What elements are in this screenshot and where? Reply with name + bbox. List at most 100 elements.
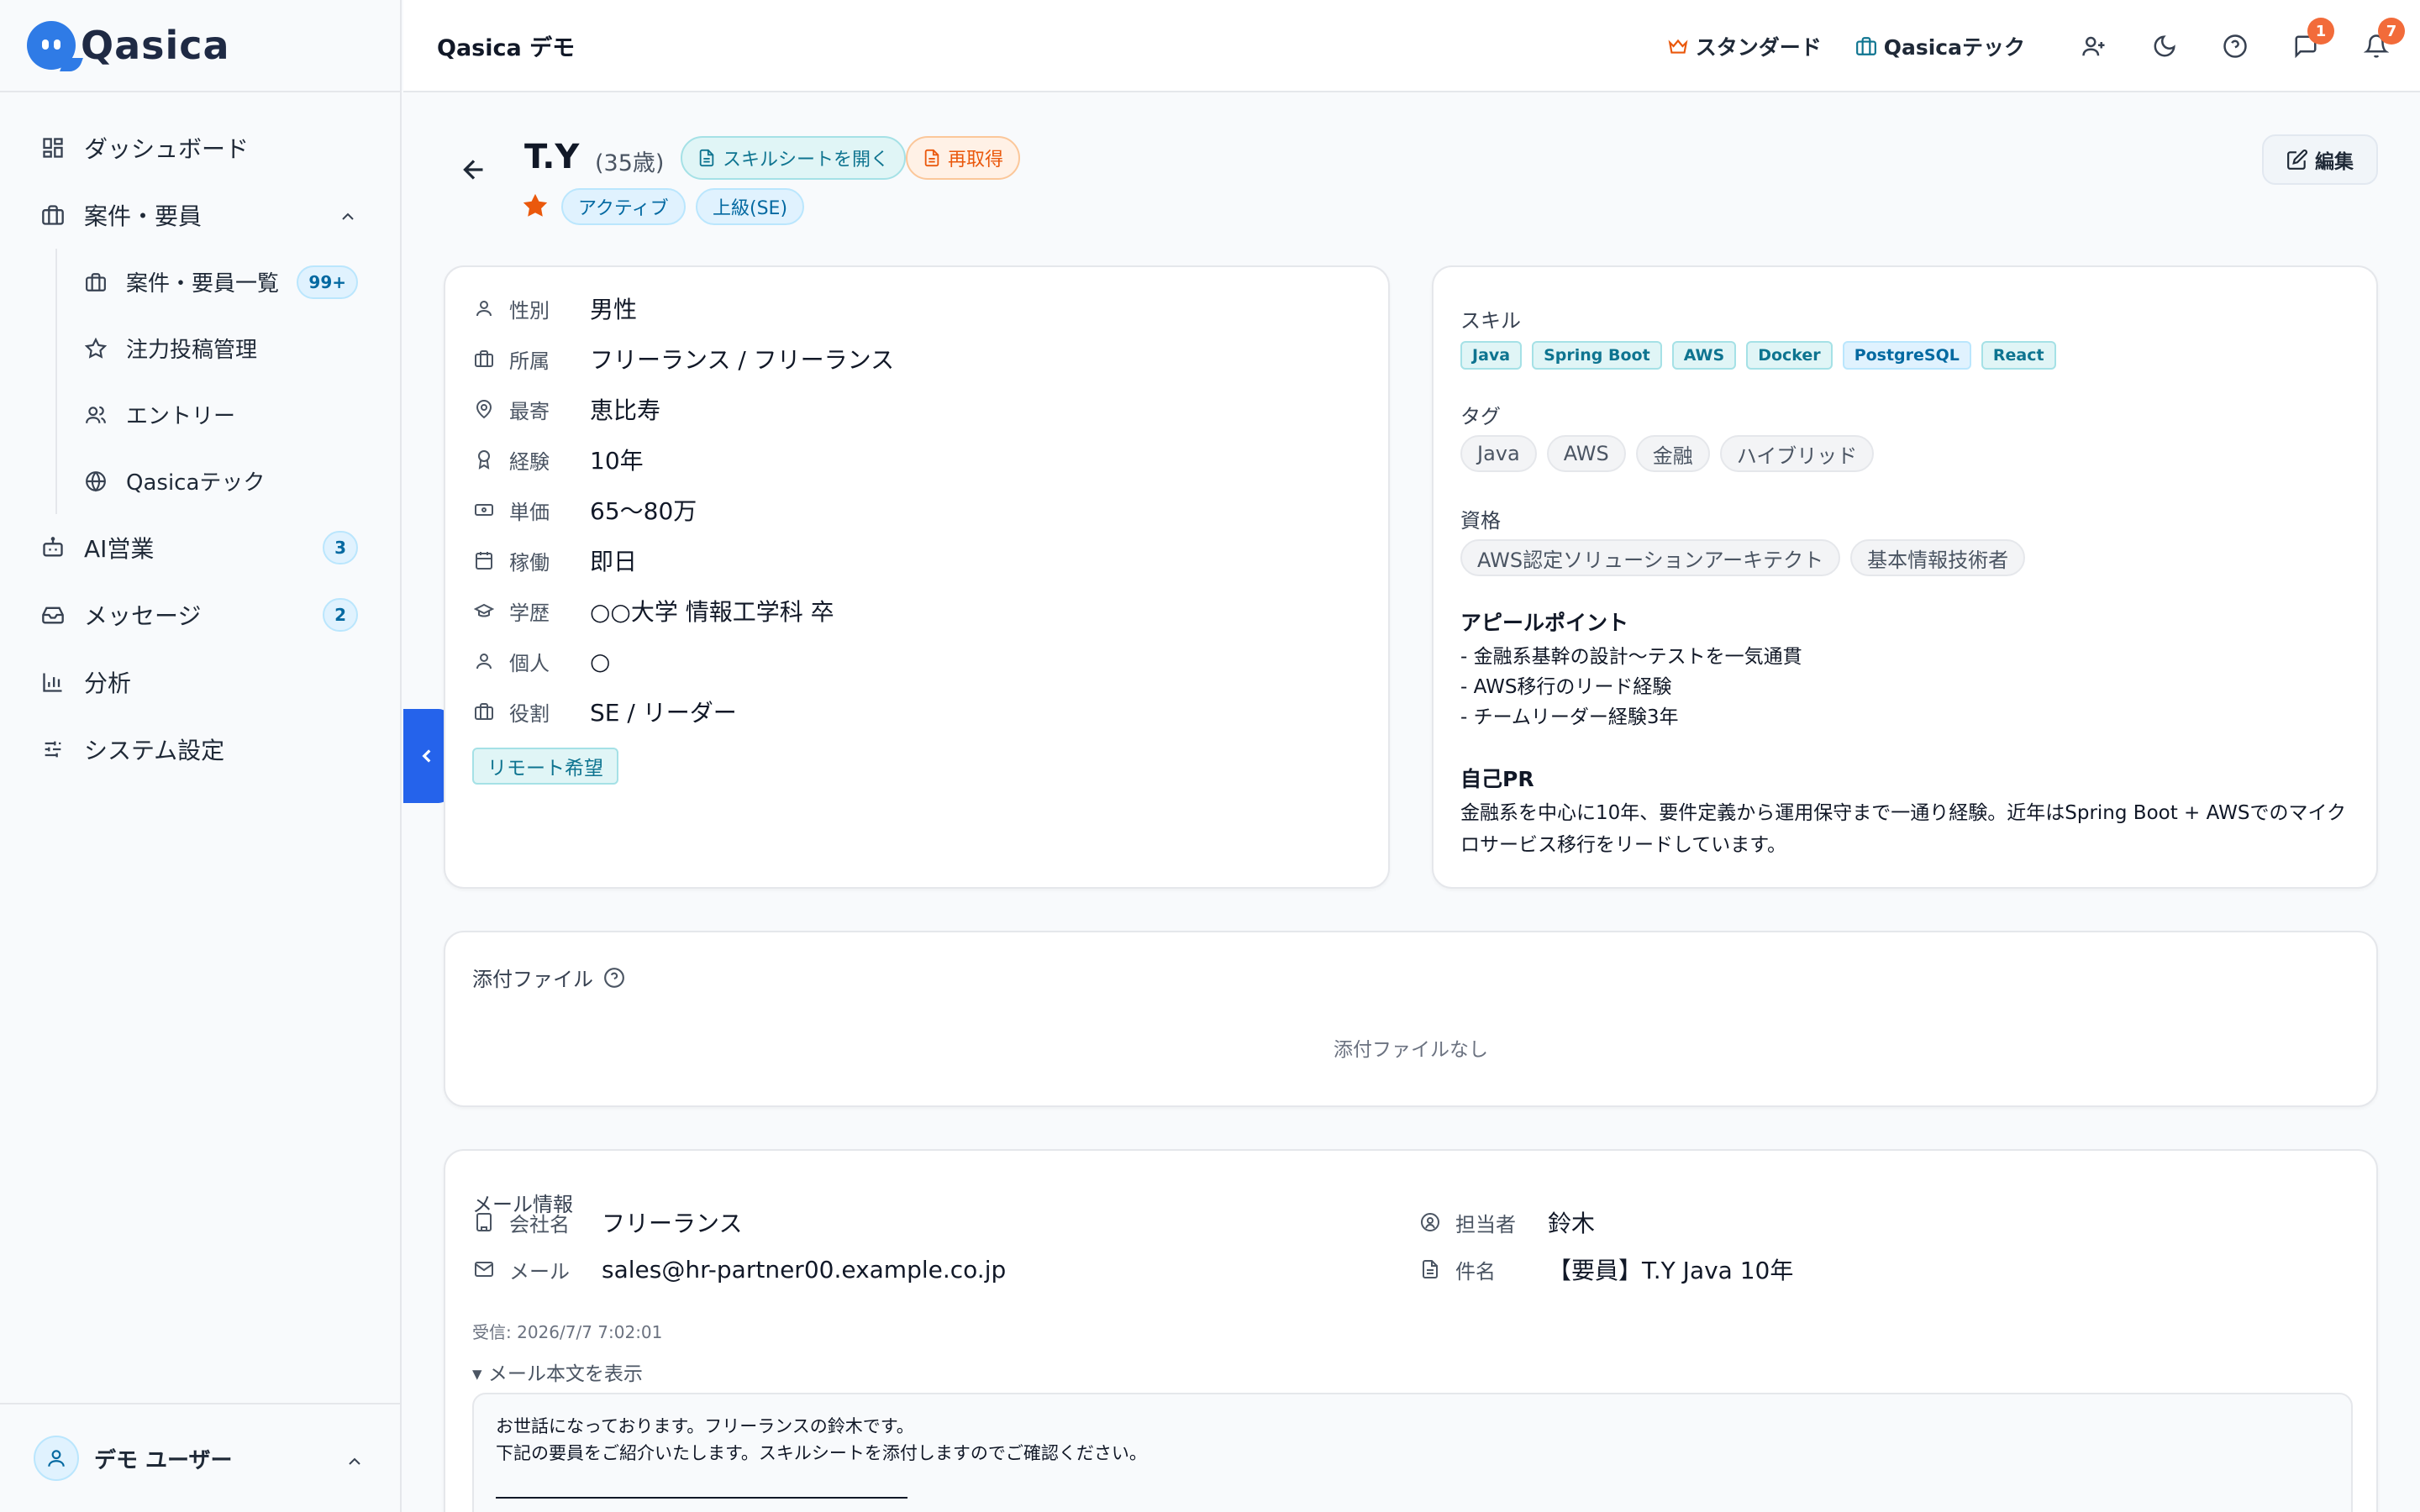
skill-chip: Docker [1746,341,1833,370]
detail-label: 学歴 [509,601,550,625]
sidebar-subitem-company[interactable]: Qasicaテック [55,448,400,514]
detail-value: SE / リーダー [590,699,737,727]
detail-value: ○○大学 情報工学科 卒 [590,598,834,626]
edit-label: 編集 [2315,151,2354,173]
pr-line: ロサービス移行をリードしています。 [1460,834,1787,856]
detail-label: 稼働 [509,550,550,575]
attachments-title-label: 添付ファイル [472,968,593,991]
messages-badge: 1 [2307,18,2334,45]
briefcase-icon [84,270,108,294]
appeal-title: アピールポイント [1460,611,1629,635]
users-icon [84,403,108,427]
user-name: デモ ユーザー [94,1447,233,1473]
plan-indicator[interactable]: スタンダード [1667,31,1822,61]
topbar-actions: スタンダード Qasicaテック 1 7 [1667,0,2420,92]
detail-row-education: 学歴 ○○大学 情報工学科 卒 [472,590,834,632]
count-badge: 2 [323,598,358,632]
tag-chip: AWS [1546,435,1626,472]
messages-button[interactable]: 1 [2270,11,2341,81]
chevron-up-icon[interactable] [338,205,358,233]
logo[interactable]: Qasica [0,0,400,92]
notifications-button[interactable]: 7 [2341,11,2412,81]
help-button[interactable] [2200,11,2270,81]
back-button[interactable] [454,150,494,190]
level-badge: 上級(SE) [696,188,805,225]
topbar: Qasica デモ スタンダード Qasicaテック 1 7 [403,0,2420,92]
moon-icon [2154,35,2175,57]
invite-user-button[interactable] [2059,11,2129,81]
mail-value: フリーランス [602,1210,743,1237]
company-switcher[interactable]: Qasicaテック [1855,31,2025,61]
sidebar-subitem-label: 注力投稿管理 [126,338,258,363]
sidebar-item-projects[interactable]: 案件・要員 [0,181,400,249]
tags-label: タグ [1460,405,1501,428]
show-mail-body-toggle[interactable]: ▾ メール本文を表示 [472,1357,643,1386]
user-icon [472,651,496,671]
logo-mark-icon [27,21,83,71]
sidebar-item-label: メッセージ [84,602,202,630]
mail-row-email: メール sales@hr-partner00.example.co.jp [472,1248,1006,1290]
user-menu[interactable]: デモ ユーザー [0,1403,402,1512]
file-text-icon [1418,1259,1442,1279]
favorite-star-icon[interactable] [521,192,550,223]
file-text-icon [697,149,716,167]
detail-label: 所属 [509,349,550,373]
mail-label: 件名 [1455,1259,1496,1284]
detail-label: 個人 [509,651,550,675]
logo-text: Qasica [81,23,230,68]
mail-row-company: 会社名 フリーランス [472,1201,742,1243]
detail-row-experience: 経験 10年 [472,438,644,480]
sliders-icon [40,737,66,762]
attachments-card: 添付ファイル 添付ファイルなし [444,931,2378,1107]
user-icon [472,298,496,318]
help-icon[interactable] [603,967,625,989]
appeal-line: - AWS移行のリード経験 [1460,676,1672,698]
sidebar-item-ai-sales[interactable]: AI営業 3 [0,514,400,581]
mail-row-subject: 件名 【要員】T.Y Java 10年 [1418,1248,1793,1290]
file-text-icon [923,149,941,167]
open-skill-sheet-button[interactable]: スキルシートを開く [681,136,907,180]
workspace-title: Qasica デモ [437,34,576,61]
count-badge: 99+ [297,265,358,299]
help-icon [2223,34,2247,58]
map-pin-icon [472,399,496,419]
detail-label: 性別 [509,298,550,323]
skill-chip: React [1981,341,2056,370]
edit-icon [2286,149,2308,171]
detail-row-individual: 個人 ○ [472,640,610,682]
user-plus-icon [2082,36,2105,56]
sidebar-item-label: ダッシュボード [84,135,250,163]
status-badge: アクティブ [561,188,686,225]
refetch-button[interactable]: 再取得 [906,136,1021,180]
mail-value[interactable]: sales@hr-partner00.example.co.jp [602,1256,1006,1284]
sidebar-item-label: 分析 [84,669,132,697]
detail-row-role: 役割 SE / リーダー [472,690,737,732]
sidebar-subitem-entry[interactable]: エントリー [55,381,400,448]
received-timestamp: 受信: 2026/7/7 7:02:01 [472,1322,663,1342]
plan-label: スタンダード [1695,35,1822,60]
appeal-line: - 金融系基幹の設計〜テストを一気通貫 [1460,646,1802,668]
calendar-icon [472,550,496,570]
sidebar-item-messages[interactable]: メッセージ 2 [0,581,400,648]
sidebar-item-label: システム設定 [84,737,225,764]
graduation-cap-icon [472,601,496,621]
arrow-left-icon [463,160,483,180]
detail-label: 単価 [509,500,550,524]
sidebar-item-dashboard[interactable]: ダッシュボード [0,114,400,181]
sidebar-item-settings[interactable]: システム設定 [0,716,400,783]
sidebar-item-analytics[interactable]: 分析 [0,648,400,716]
mail-body-line: お世話になっております。フリーランスの鈴木です。 [496,1416,914,1436]
sidebar-subitem-featured[interactable]: 注力投稿管理 [55,315,400,381]
cert-chip: 基本情報技術者 [1850,539,2026,576]
tag-chip: 金融 [1635,435,1710,472]
detail-label: 最寄 [509,399,550,423]
detail-value: ○ [590,647,611,675]
sidebar-subitem-list[interactable]: 案件・要員一覧 99+ [55,249,400,315]
edit-button[interactable]: 編集 [2262,134,2378,185]
skill-chip: PostgreSQL [1842,341,1971,370]
globe-icon [84,470,108,493]
detail-value: 10年 [590,447,644,475]
theme-toggle-button[interactable] [2129,11,2200,81]
mail-label: 会社名 [509,1212,570,1236]
appeal-line: - チームリーダー経験3年 [1460,706,1679,728]
